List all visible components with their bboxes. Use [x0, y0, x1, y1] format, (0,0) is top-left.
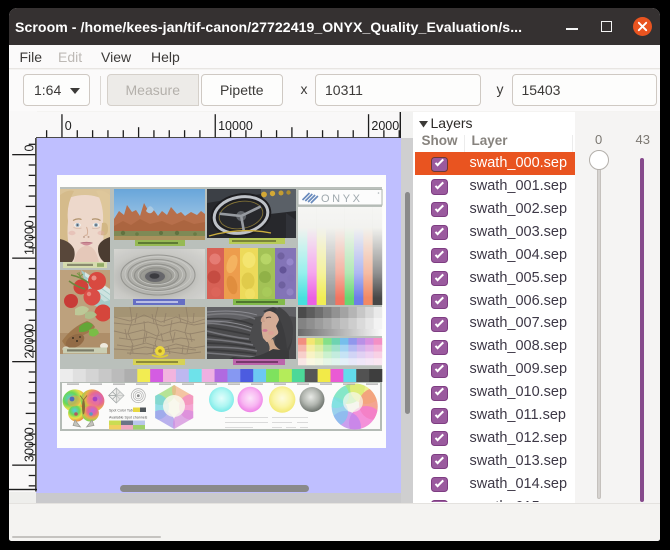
- svg-text:20000: 20000: [371, 119, 401, 133]
- svg-text:10000: 10000: [218, 119, 253, 133]
- svg-text:30000: 30000: [22, 427, 36, 462]
- svg-text:10000: 10000: [22, 220, 36, 255]
- svg-text:0: 0: [22, 145, 36, 152]
- svg-text:Available Spot channels: Available Spot channels: [109, 416, 147, 420]
- svg-text:20000: 20000: [22, 324, 36, 359]
- svg-text:Spot Color Table: Spot Color Table: [109, 409, 136, 413]
- svg-text:0: 0: [65, 119, 72, 133]
